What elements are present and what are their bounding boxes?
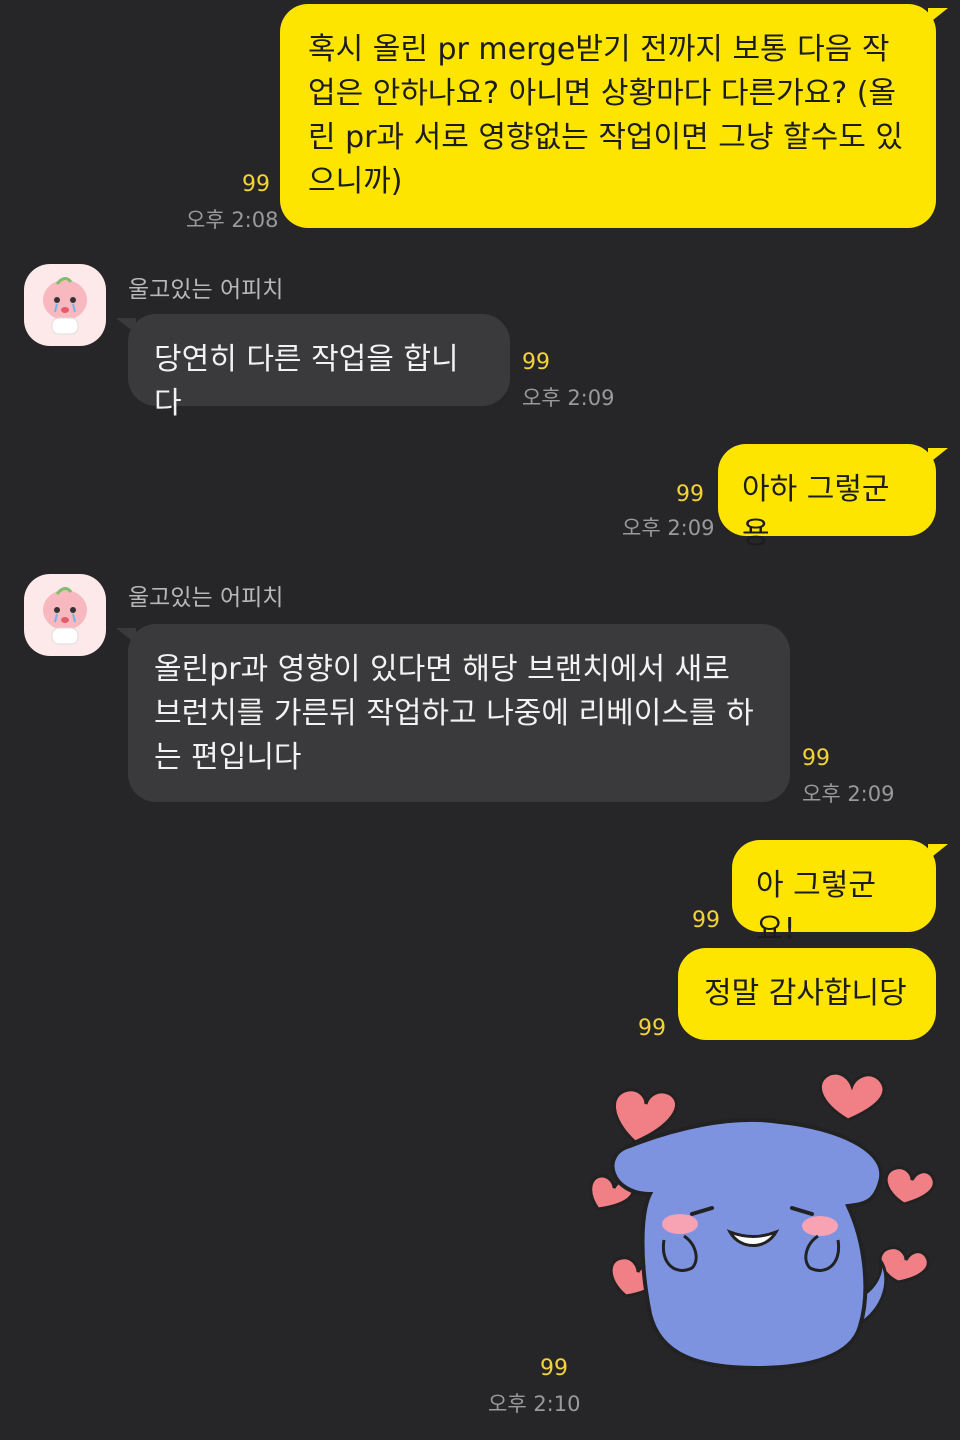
contact-avatar[interactable] — [24, 264, 106, 346]
message-time: 오후 2:09 — [622, 516, 715, 540]
message-time: 오후 2:10 — [488, 1392, 581, 1416]
unread-count: 99 — [638, 1016, 666, 1041]
apeach-crying-icon — [43, 277, 87, 335]
unread-count: 99 — [676, 482, 704, 507]
heart-icon — [818, 1071, 886, 1122]
unread-count: 99 — [242, 172, 270, 197]
sender-name: 울고있는 어피치 — [128, 585, 284, 611]
sender-name: 울고있는 어피치 — [128, 277, 284, 303]
contact-avatar[interactable] — [24, 574, 106, 656]
my-message-bubble[interactable]: 아 그렇군요! — [732, 840, 948, 947]
sticker-image[interactable] — [580, 1064, 940, 1394]
heart-icon — [878, 1246, 930, 1284]
unread-count: 99 — [692, 908, 720, 933]
message-time: 오후 2:09 — [802, 782, 895, 806]
blue-puppy-hearts-sticker-icon — [589, 1071, 936, 1371]
unread-count: 99 — [522, 350, 550, 375]
my-message-bubble[interactable]: 정말 감사합니당 — [678, 948, 936, 1040]
other-message-bubble[interactable]: 당연히 다른 작업을 합니다 — [116, 314, 510, 421]
message-time: 오후 2:08 — [186, 208, 279, 232]
heart-icon — [884, 1166, 936, 1206]
apeach-crying-icon — [43, 587, 87, 645]
unread-count: 99 — [540, 1356, 568, 1381]
other-message-bubble[interactable]: 올린pr과 영향이 있다면 해당 브랜치에서 새로 브런치를 가른뒤 작업하고 … — [116, 624, 790, 802]
unread-count: 99 — [802, 746, 830, 771]
message-time: 오후 2:09 — [522, 386, 615, 410]
my-message-bubble[interactable]: 아하 그렇군용 — [718, 444, 948, 551]
my-message-bubble[interactable]: 혹시 올린 pr merge받기 전까지 보통 다음 작업은 안하나요? 아니면… — [280, 4, 948, 228]
